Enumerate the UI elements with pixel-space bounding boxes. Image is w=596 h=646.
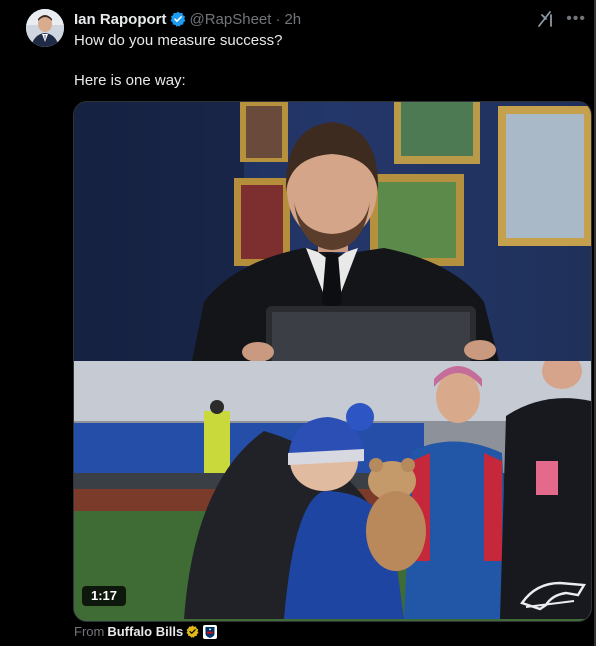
- post-header: Ian Rapoport @RapSheet · 2h: [74, 9, 301, 29]
- post-text: How do you measure success? Here is one …: [74, 32, 283, 89]
- video-duration-badge: 1:17: [82, 586, 127, 606]
- verified-badge-icon: [170, 11, 185, 27]
- source-prefix: From: [74, 624, 105, 639]
- gold-verified-badge-icon: [186, 625, 199, 638]
- source-account-link[interactable]: Buffalo Bills: [107, 624, 183, 639]
- post-time[interactable]: 2h: [284, 11, 301, 28]
- grok-icon[interactable]: [536, 9, 556, 29]
- video-scene-bottom: [74, 361, 591, 621]
- video-scene-top: [74, 102, 591, 361]
- nfl-affiliate-icon[interactable]: [203, 624, 218, 639]
- video-player[interactable]: [73, 101, 592, 622]
- post-actions-top: •••: [536, 9, 586, 29]
- more-options-icon[interactable]: •••: [566, 11, 586, 27]
- media-source-attribution: From Buffalo Bills: [74, 624, 218, 639]
- author-avatar[interactable]: [26, 9, 64, 47]
- separator-dot: ·: [275, 10, 281, 28]
- author-handle[interactable]: @RapSheet: [190, 11, 272, 28]
- author-name[interactable]: Ian Rapoport: [74, 11, 167, 28]
